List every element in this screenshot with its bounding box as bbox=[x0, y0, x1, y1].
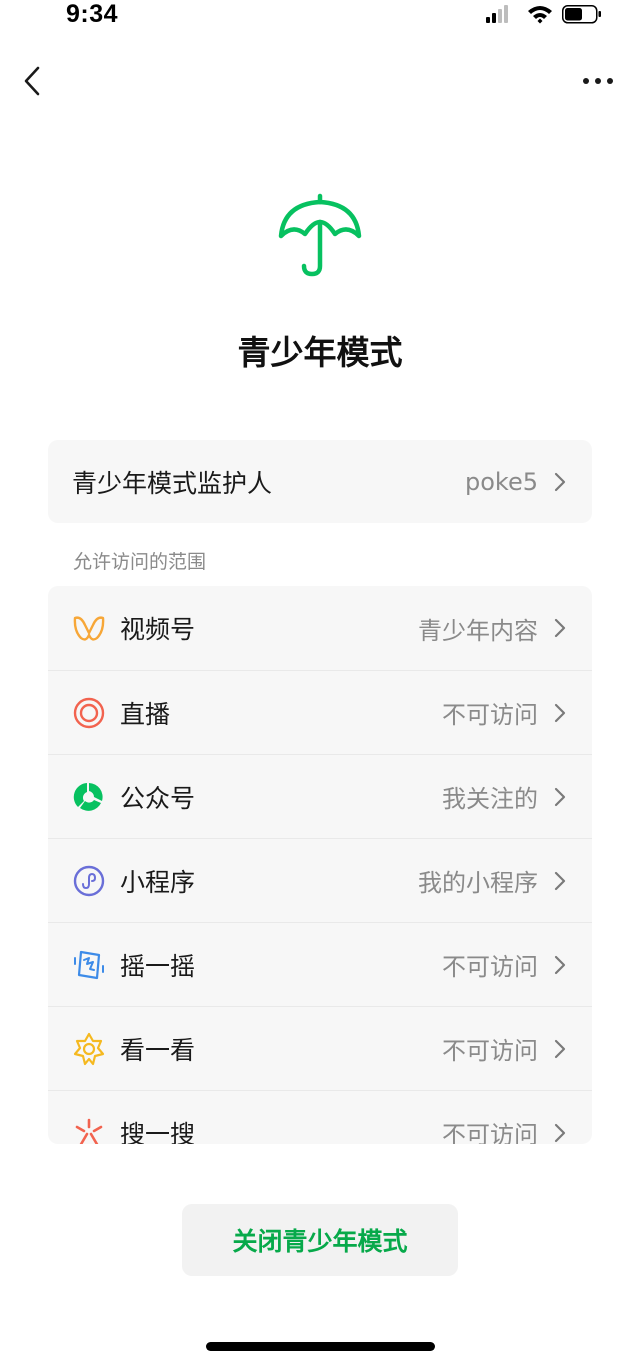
scope-value: 我的小程序 bbox=[418, 869, 538, 897]
status-bar: 9:34 bbox=[0, 0, 640, 34]
scope-label: 看一看 bbox=[120, 1035, 196, 1065]
scope-section-caption: 允许访问的范围 bbox=[73, 551, 207, 573]
scope-label: 摇一摇 bbox=[120, 951, 196, 981]
scope-row-live[interactable]: 直播 不可访问 bbox=[48, 670, 592, 754]
guardian-value: poke5 bbox=[465, 467, 538, 496]
status-time: 9:34 bbox=[66, 0, 119, 28]
official-accounts-icon bbox=[73, 782, 103, 811]
scope-row-top-stories[interactable]: 看一看 不可访问 bbox=[48, 1006, 592, 1090]
home-indicator[interactable] bbox=[206, 1342, 435, 1351]
search-icon bbox=[75, 1118, 103, 1144]
chevron-right-icon bbox=[554, 472, 566, 491]
navigation-bar bbox=[0, 52, 640, 110]
scope-label: 公众号 bbox=[120, 783, 196, 813]
shake-icon bbox=[74, 950, 104, 979]
live-icon bbox=[73, 697, 105, 728]
scope-row-mini-program[interactable]: 小程序 我的小程序 bbox=[48, 838, 592, 922]
battery-icon bbox=[562, 5, 601, 24]
scope-value: 我关注的 bbox=[442, 785, 538, 813]
mini-program-icon bbox=[73, 865, 105, 896]
more-options-icon[interactable] bbox=[578, 66, 618, 96]
cellular-signal-icon bbox=[486, 5, 508, 23]
scope-value: 不可访问 bbox=[442, 701, 538, 729]
page-title: 青少年模式 bbox=[237, 333, 403, 372]
chevron-right-icon bbox=[554, 618, 566, 638]
top-stories-icon bbox=[73, 1032, 105, 1065]
scope-label: 小程序 bbox=[120, 867, 196, 897]
chevron-right-icon bbox=[554, 871, 566, 890]
chevron-right-icon bbox=[554, 1039, 566, 1058]
guardian-card: 青少年模式监护人 poke5 bbox=[48, 440, 592, 523]
close-teen-mode-button[interactable]: 关闭青少年模式 bbox=[182, 1204, 458, 1276]
chevron-right-icon bbox=[554, 703, 566, 722]
scope-row-shake[interactable]: 摇一摇 不可访问 bbox=[48, 922, 592, 1006]
chevron-right-icon bbox=[554, 1123, 566, 1142]
chevron-right-icon bbox=[554, 955, 566, 974]
scope-value: 不可访问 bbox=[442, 953, 538, 981]
scope-value: 不可访问 bbox=[442, 1121, 538, 1144]
scope-value: 青少年内容 bbox=[418, 616, 538, 645]
scope-row-search[interactable]: 搜一搜 不可访问 bbox=[48, 1090, 592, 1144]
guardian-row[interactable]: 青少年模式监护人 poke5 bbox=[48, 440, 592, 523]
scope-card: 视频号 青少年内容 直播 不可访问 公众号 我关注的 小程序 我的小程序 摇一摇… bbox=[48, 586, 592, 1144]
umbrella-icon bbox=[278, 193, 362, 277]
chevron-right-icon bbox=[554, 787, 566, 806]
scope-label: 搜一搜 bbox=[120, 1119, 196, 1145]
status-icons bbox=[486, 5, 601, 24]
scope-label: 视频号 bbox=[120, 615, 196, 644]
channels-icon bbox=[73, 616, 105, 641]
scope-row-channels[interactable]: 视频号 青少年内容 bbox=[48, 586, 592, 670]
wifi-icon bbox=[528, 6, 552, 24]
scope-label: 直播 bbox=[120, 699, 171, 729]
back-arrow-icon[interactable] bbox=[16, 64, 50, 98]
guardian-label: 青少年模式监护人 bbox=[72, 468, 273, 498]
scope-value: 不可访问 bbox=[442, 1037, 538, 1065]
scope-row-official-accounts[interactable]: 公众号 我关注的 bbox=[48, 754, 592, 838]
